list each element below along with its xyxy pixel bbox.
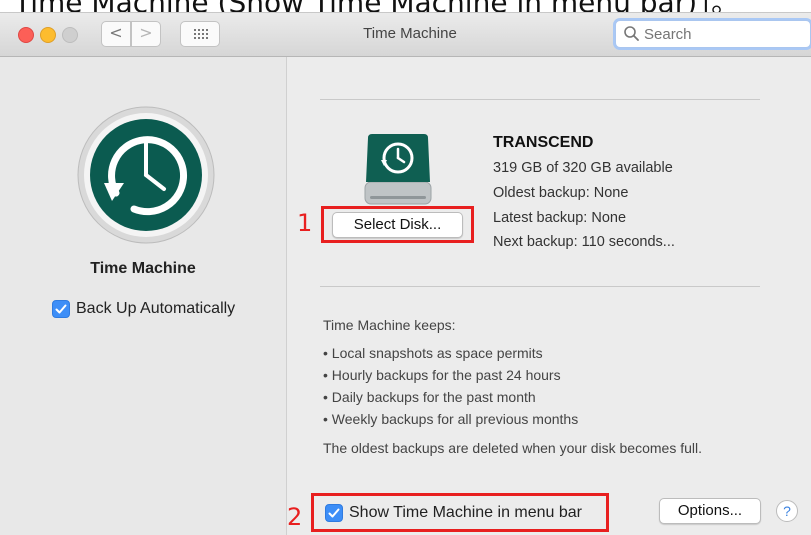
latest-backup: Latest backup: None <box>493 210 627 226</box>
disk-available: 319 GB of 320 GB available <box>493 160 673 176</box>
chevron-right-icon: > <box>139 23 153 42</box>
keeps-intro: Time Machine keeps: <box>323 317 456 333</box>
next-backup: Next backup: 110 seconds... <box>493 234 675 250</box>
help-button[interactable]: ? <box>776 500 798 522</box>
keeps-item: • Weekly backups for all previous months <box>323 411 579 427</box>
sidebar: Time Machine Back Up Automatically <box>0 57 287 535</box>
forward-button[interactable]: > <box>131 21 161 47</box>
chevron-left-icon: < <box>109 23 123 42</box>
preferences-window: < > Time Machine Search Time Machine Bac… <box>0 12 811 535</box>
back-up-automatically-checkbox[interactable]: Back Up Automatically <box>52 300 235 318</box>
back-up-automatically-label: Back Up Automatically <box>76 300 236 317</box>
annotation-number-1: 1 <box>297 209 313 237</box>
back-button[interactable]: < <box>101 21 131 47</box>
keeps-item: • Hourly backups for the past 24 hours <box>323 367 561 383</box>
keeps-item: • Local snapshots as space permits <box>323 345 543 361</box>
minimize-window-button[interactable] <box>40 27 56 43</box>
close-window-button[interactable] <box>18 27 34 43</box>
annotation-highlight-1 <box>321 206 474 243</box>
search-icon <box>624 26 639 41</box>
keeps-item: • Daily backups for the past month <box>323 389 536 405</box>
backup-disk-icon <box>364 134 432 205</box>
oldest-backup: Oldest backup: None <box>493 185 629 201</box>
zoom-window-button[interactable] <box>62 27 78 43</box>
time-machine-icon <box>77 106 215 244</box>
main-pane: TRANSCEND 319 GB of 320 GB available Old… <box>287 57 811 535</box>
annotation-highlight-2 <box>311 493 609 532</box>
grid-icon <box>194 29 208 39</box>
show-all-button[interactable] <box>180 21 220 47</box>
keeps-note: The oldest backups are deleted when your… <box>323 440 702 456</box>
window-title: Time Machine <box>363 25 457 42</box>
sidebar-title: Time Machine <box>90 260 196 277</box>
disk-name: TRANSCEND <box>493 134 594 151</box>
search-input[interactable] <box>644 23 804 45</box>
search-field[interactable] <box>615 20 811 48</box>
annotation-number-2: 2 <box>287 503 303 531</box>
options-button[interactable]: Options... <box>659 498 761 524</box>
divider <box>320 99 760 100</box>
checkbox-checked-icon[interactable] <box>52 300 70 318</box>
title-bar: < > Time Machine <box>0 13 811 57</box>
divider <box>320 286 760 287</box>
